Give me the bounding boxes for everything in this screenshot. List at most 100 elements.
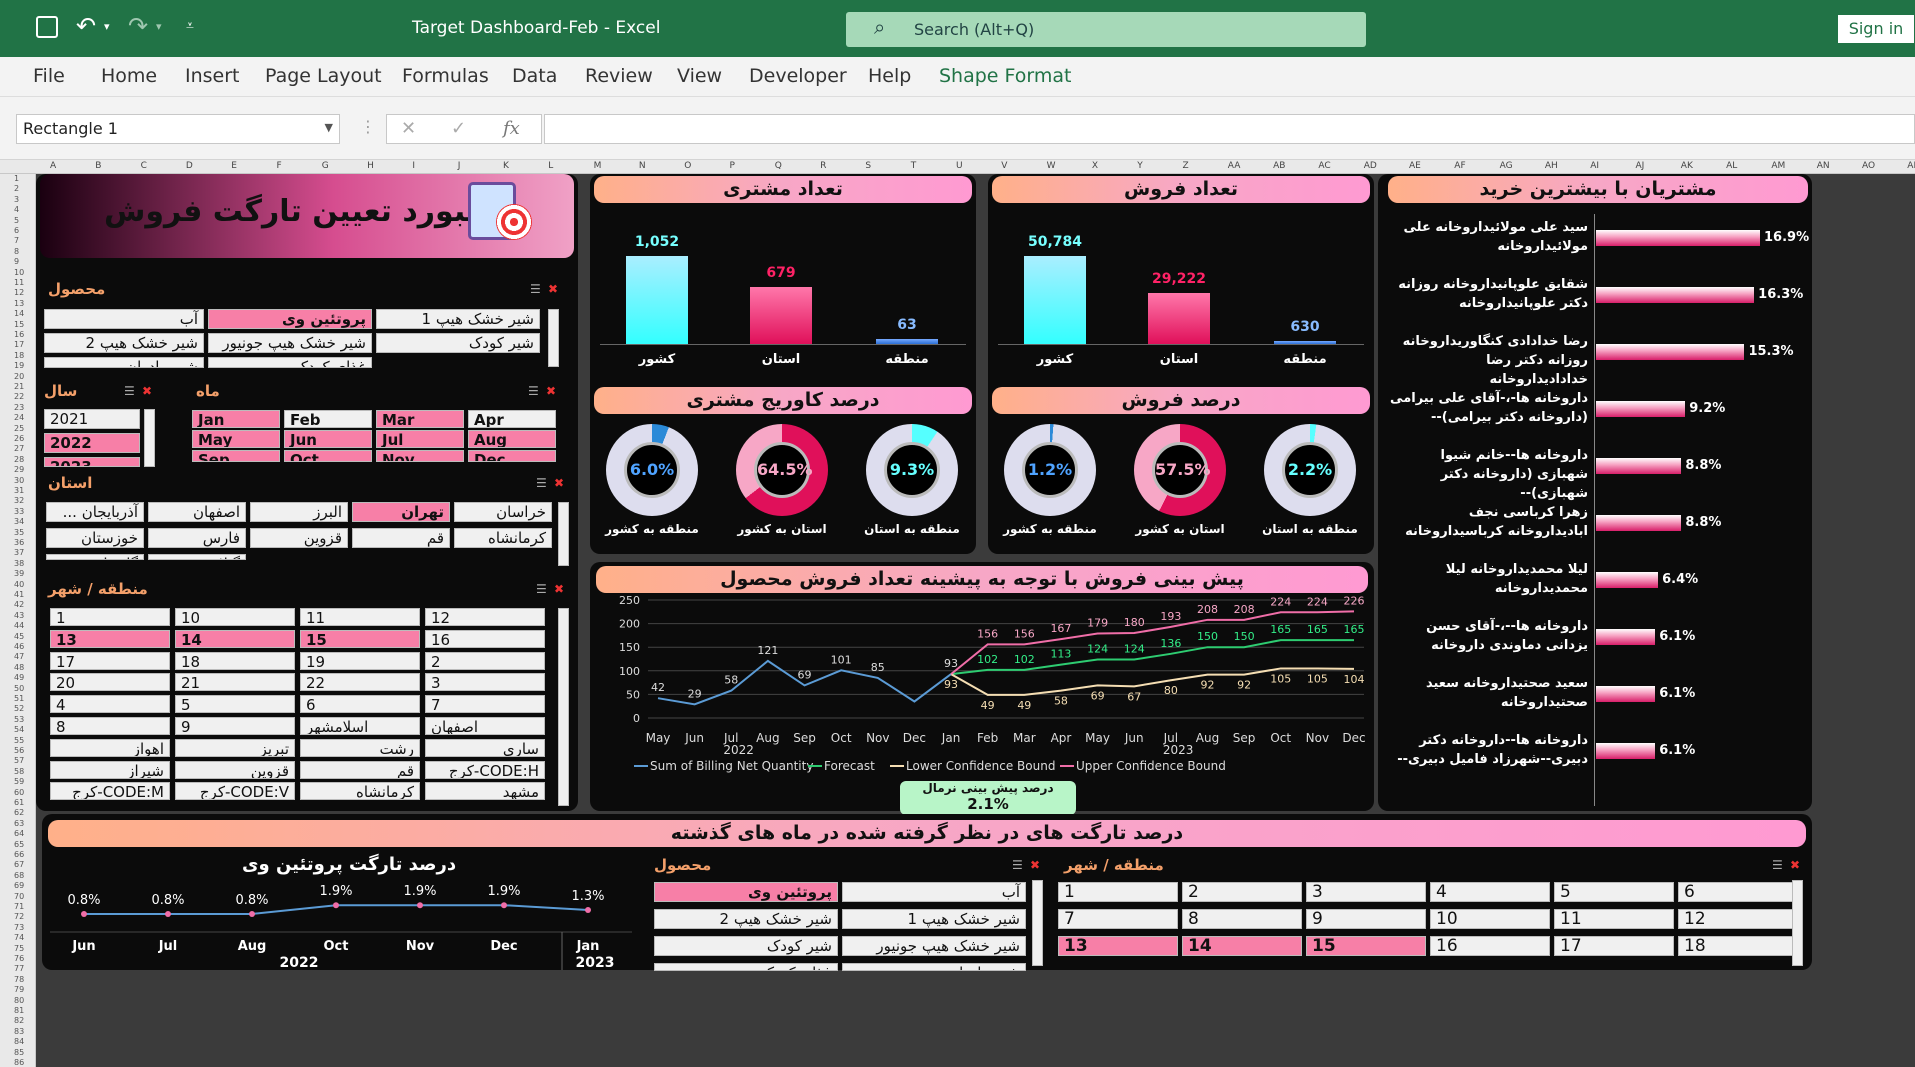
- slicer-item[interactable]: 11: [300, 608, 420, 626]
- column-header[interactable]: AI: [1590, 161, 1599, 171]
- multi-select-icon[interactable]: ☰: [124, 384, 135, 398]
- slicer-item[interactable]: شیر خشک هیپ 1: [842, 909, 1026, 929]
- column-header[interactable]: AD: [1364, 161, 1377, 171]
- slicer-item[interactable]: شیر خشک هیپ جونیور: [842, 936, 1026, 956]
- row-header[interactable]: 23: [14, 403, 24, 412]
- column-header[interactable]: S: [865, 161, 871, 171]
- slicer-item[interactable]: شیر مادران: [44, 357, 204, 368]
- slicer-item[interactable]: 15: [1306, 936, 1426, 956]
- column-header[interactable]: AL: [1726, 161, 1737, 171]
- row-header[interactable]: 73: [14, 923, 24, 932]
- slicer-item[interactable]: گیلان: [148, 554, 246, 560]
- slicer-item[interactable]: 4: [1430, 882, 1550, 902]
- slicer-item[interactable]: 6: [1678, 882, 1798, 902]
- formula-input[interactable]: [544, 114, 1915, 144]
- row-header[interactable]: 43: [14, 611, 24, 620]
- slicer-item[interactable]: قزوین: [175, 760, 295, 779]
- row-header[interactable]: 81: [14, 1006, 24, 1015]
- tab-page-layout[interactable]: Page Layout: [265, 65, 382, 87]
- slicer-item[interactable]: 13: [50, 629, 170, 648]
- slicer-item[interactable]: Oct: [284, 450, 372, 462]
- slicer-item[interactable]: Jun: [284, 430, 372, 448]
- column-header[interactable]: AJ: [1636, 161, 1645, 171]
- slicer-item[interactable]: 11: [1554, 909, 1674, 929]
- column-header[interactable]: R: [820, 161, 826, 171]
- slicer-item[interactable]: قزوین: [250, 528, 348, 548]
- column-header[interactable]: AK: [1681, 161, 1693, 171]
- row-header[interactable]: 86: [14, 1058, 24, 1067]
- slicer-item[interactable]: CODE:H-کرج: [425, 760, 545, 779]
- column-header[interactable]: AC: [1318, 161, 1330, 171]
- row-header[interactable]: 32: [14, 496, 24, 505]
- row-header[interactable]: 63: [14, 819, 24, 828]
- slicer-item[interactable]: آب: [44, 309, 204, 329]
- column-header[interactable]: M: [594, 161, 602, 171]
- row-header[interactable]: 15: [14, 320, 24, 329]
- column-header[interactable]: J: [458, 161, 461, 171]
- slicer-item[interactable]: 15: [300, 629, 420, 648]
- row-header[interactable]: 4: [14, 205, 19, 214]
- enter-icon[interactable]: ✓: [451, 118, 466, 139]
- row-header[interactable]: 78: [14, 975, 24, 984]
- row-header[interactable]: 83: [14, 1027, 24, 1036]
- slicer-scrollbar[interactable]: [144, 409, 155, 467]
- slicer-scrollbar[interactable]: [548, 309, 559, 367]
- row-header[interactable]: 84: [14, 1037, 24, 1046]
- column-header[interactable]: AF: [1454, 161, 1465, 171]
- column-header[interactable]: AM: [1771, 161, 1785, 171]
- slicer-item[interactable]: 17: [50, 651, 170, 670]
- slicer-item[interactable]: پروتئین وی: [654, 882, 838, 902]
- column-header[interactable]: U: [956, 161, 963, 171]
- customize-qat-icon[interactable]: ⩡: [186, 18, 194, 34]
- slicer-item[interactable]: آب: [842, 882, 1026, 902]
- slicer-item[interactable]: 19: [300, 651, 420, 670]
- slicer-item[interactable]: البرز: [250, 502, 348, 522]
- slicer-item[interactable]: May: [192, 430, 280, 448]
- slicer-item[interactable]: CODE:M-کرج: [50, 782, 170, 801]
- slicer-item[interactable]: 6: [300, 695, 420, 714]
- slicer-item[interactable]: 10: [175, 608, 295, 626]
- row-header[interactable]: 6: [14, 226, 19, 235]
- column-header[interactable]: E: [231, 161, 237, 171]
- row-header[interactable]: 19: [14, 361, 24, 370]
- slicer-item[interactable]: 1: [50, 608, 170, 626]
- slicer-item[interactable]: 7: [1058, 909, 1178, 929]
- row-header[interactable]: 70: [14, 892, 24, 901]
- row-header[interactable]: 71: [14, 902, 24, 911]
- slicer-item[interactable]: Jan: [192, 410, 280, 428]
- slicer-item[interactable]: 16: [1430, 936, 1550, 956]
- column-header[interactable]: W: [1047, 161, 1056, 171]
- row-header[interactable]: 22: [14, 392, 24, 401]
- clear-filter-icon[interactable]: ✖: [548, 282, 558, 296]
- row-header[interactable]: 68: [14, 871, 24, 880]
- slicer-item[interactable]: اصفهان: [148, 502, 246, 522]
- tab-data[interactable]: Data: [512, 65, 557, 87]
- column-header[interactable]: N: [639, 161, 646, 171]
- slicer-item[interactable]: گلستان: [46, 554, 144, 560]
- column-header[interactable]: AP: [1907, 161, 1915, 171]
- row-header[interactable]: 34: [14, 517, 24, 526]
- row-header[interactable]: 18: [14, 351, 24, 360]
- row-header[interactable]: 35: [14, 528, 24, 537]
- column-header[interactable]: V: [1001, 161, 1007, 171]
- slicer-item[interactable]: Feb: [284, 410, 372, 428]
- column-header[interactable]: Y: [1137, 161, 1143, 171]
- slicer-item[interactable]: 3: [1306, 882, 1426, 902]
- row-header[interactable]: 74: [14, 933, 24, 942]
- slicer-item[interactable]: تبریز: [175, 738, 295, 757]
- tab-developer[interactable]: Developer: [749, 65, 847, 87]
- row-header[interactable]: 21: [14, 382, 24, 391]
- slicer-scrollbar[interactable]: [1032, 880, 1043, 966]
- slicer-item[interactable]: 7: [425, 695, 545, 714]
- tab-view[interactable]: View: [677, 65, 722, 87]
- slicer-item[interactable]: 5: [1554, 882, 1674, 902]
- insert-function-icon[interactable]: fx: [503, 118, 520, 139]
- slicer-item[interactable]: شیر کودک: [376, 333, 540, 353]
- multi-select-icon[interactable]: ☰: [536, 476, 547, 490]
- row-header[interactable]: 56: [14, 746, 24, 755]
- chevron-down-icon[interactable]: ▼: [325, 121, 333, 134]
- column-header[interactable]: P: [730, 161, 735, 171]
- row-header[interactable]: 59: [14, 777, 24, 786]
- column-header[interactable]: AE: [1409, 161, 1421, 171]
- row-header[interactable]: 50: [14, 684, 24, 693]
